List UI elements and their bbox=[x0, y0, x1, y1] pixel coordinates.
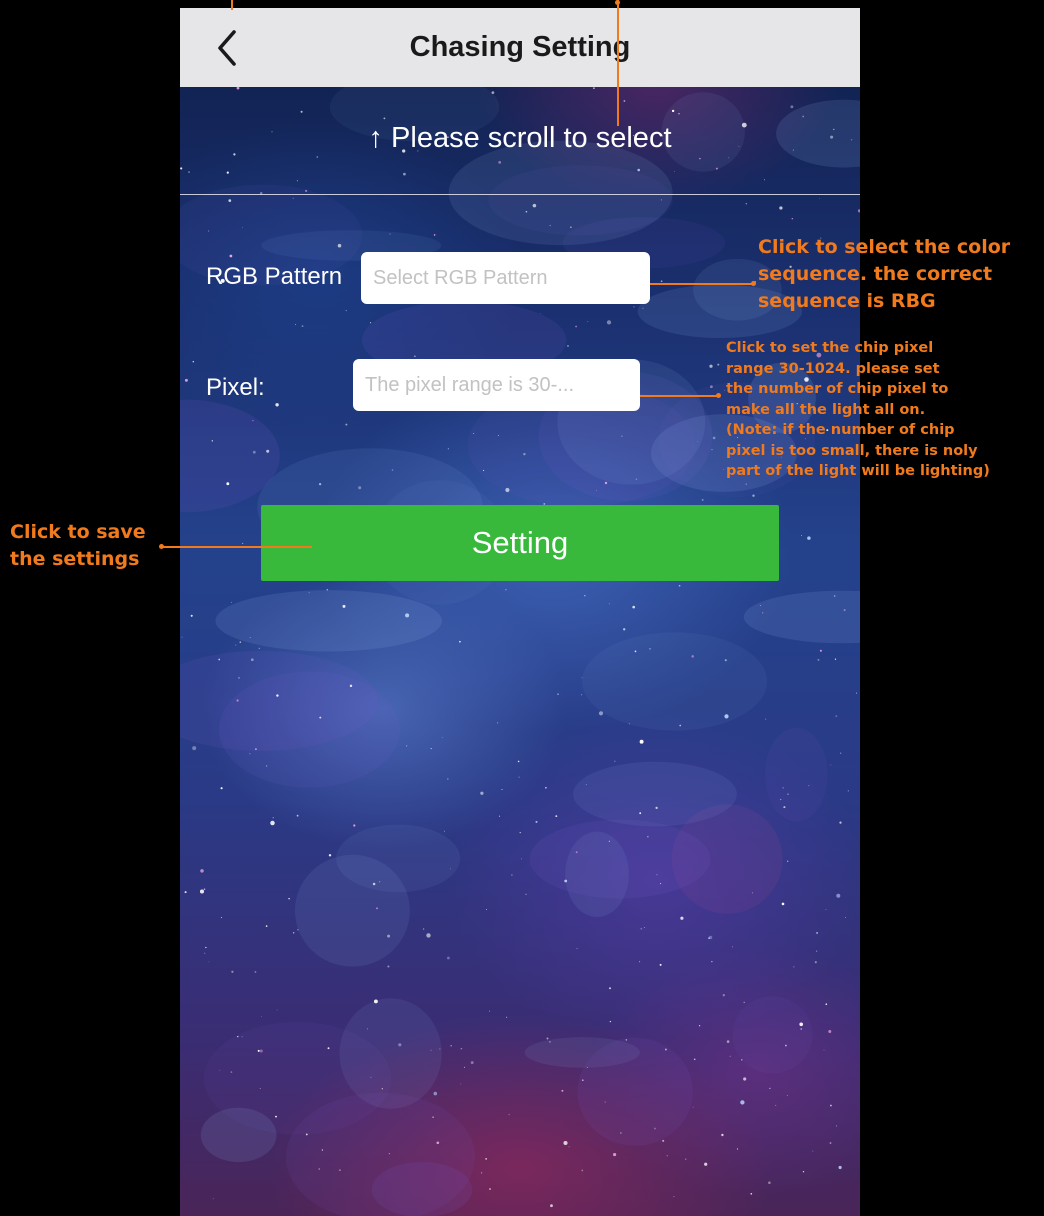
pixel-input[interactable]: The pixel range is 30-... bbox=[353, 359, 640, 411]
color-sequence-annotation: Click to select the color sequence. the … bbox=[758, 234, 1010, 315]
pixel-range-annotation: Click to set the chip pixel range 30-102… bbox=[726, 338, 990, 482]
annotation-line-text: the number of chip pixel to bbox=[726, 381, 949, 397]
annotation-line-text: the settings bbox=[10, 548, 140, 570]
annotation-line-text: Click to save bbox=[10, 521, 146, 543]
rgb-annotation-dot bbox=[751, 281, 756, 286]
rgb-pattern-label: RGB Pattern bbox=[206, 263, 343, 290]
annotation-line-text: part of the light will be lighting) bbox=[726, 463, 990, 479]
screenshot-canvas: Chasing Setting ↑ Please scroll to selec… bbox=[0, 0, 1044, 1216]
divider bbox=[180, 194, 860, 195]
pixel-label: Pixel: bbox=[206, 374, 265, 401]
back-annotation-line bbox=[231, 0, 233, 10]
annotation-line-text: sequence is RBG bbox=[758, 290, 936, 312]
pixel-annotation-line bbox=[640, 395, 718, 397]
rgb-pattern-select[interactable]: Select RGB Pattern bbox=[361, 252, 650, 304]
annotation-line-text: make all the light all on. bbox=[726, 401, 926, 418]
scroll-annotation-dot bbox=[615, 0, 620, 5]
pixel-annotation-dot bbox=[716, 393, 721, 398]
navigation-bar: Chasing Setting bbox=[180, 8, 860, 87]
scroll-annotation-line bbox=[617, 0, 619, 126]
annotation-line-text: sequence. the correct bbox=[758, 263, 993, 285]
annotation-line-text: Click to select the color bbox=[758, 236, 1011, 258]
annotation-line-text: range 30-1024. please set bbox=[726, 360, 940, 377]
save-annotation: Click to save the settings bbox=[10, 519, 146, 573]
annotation-line-text: Click to set the chip pixel bbox=[726, 340, 934, 356]
save-annotation-line bbox=[162, 546, 312, 548]
phone-screen: Chasing Setting ↑ Please scroll to selec… bbox=[180, 8, 860, 1216]
setting-button[interactable]: Setting bbox=[261, 505, 779, 581]
annotation-line-text: pixel is too small, there is noly bbox=[726, 442, 978, 459]
page-title: Chasing Setting bbox=[409, 31, 631, 63]
starfield-background bbox=[180, 8, 860, 1216]
annotation-line-text: (Note: if the number of chip bbox=[726, 422, 955, 438]
chevron-left-icon[interactable] bbox=[210, 26, 244, 70]
rgb-annotation-line bbox=[650, 283, 753, 285]
save-annotation-dot bbox=[159, 544, 164, 549]
scroll-select-hint[interactable]: ↑ Please scroll to select bbox=[180, 122, 860, 155]
